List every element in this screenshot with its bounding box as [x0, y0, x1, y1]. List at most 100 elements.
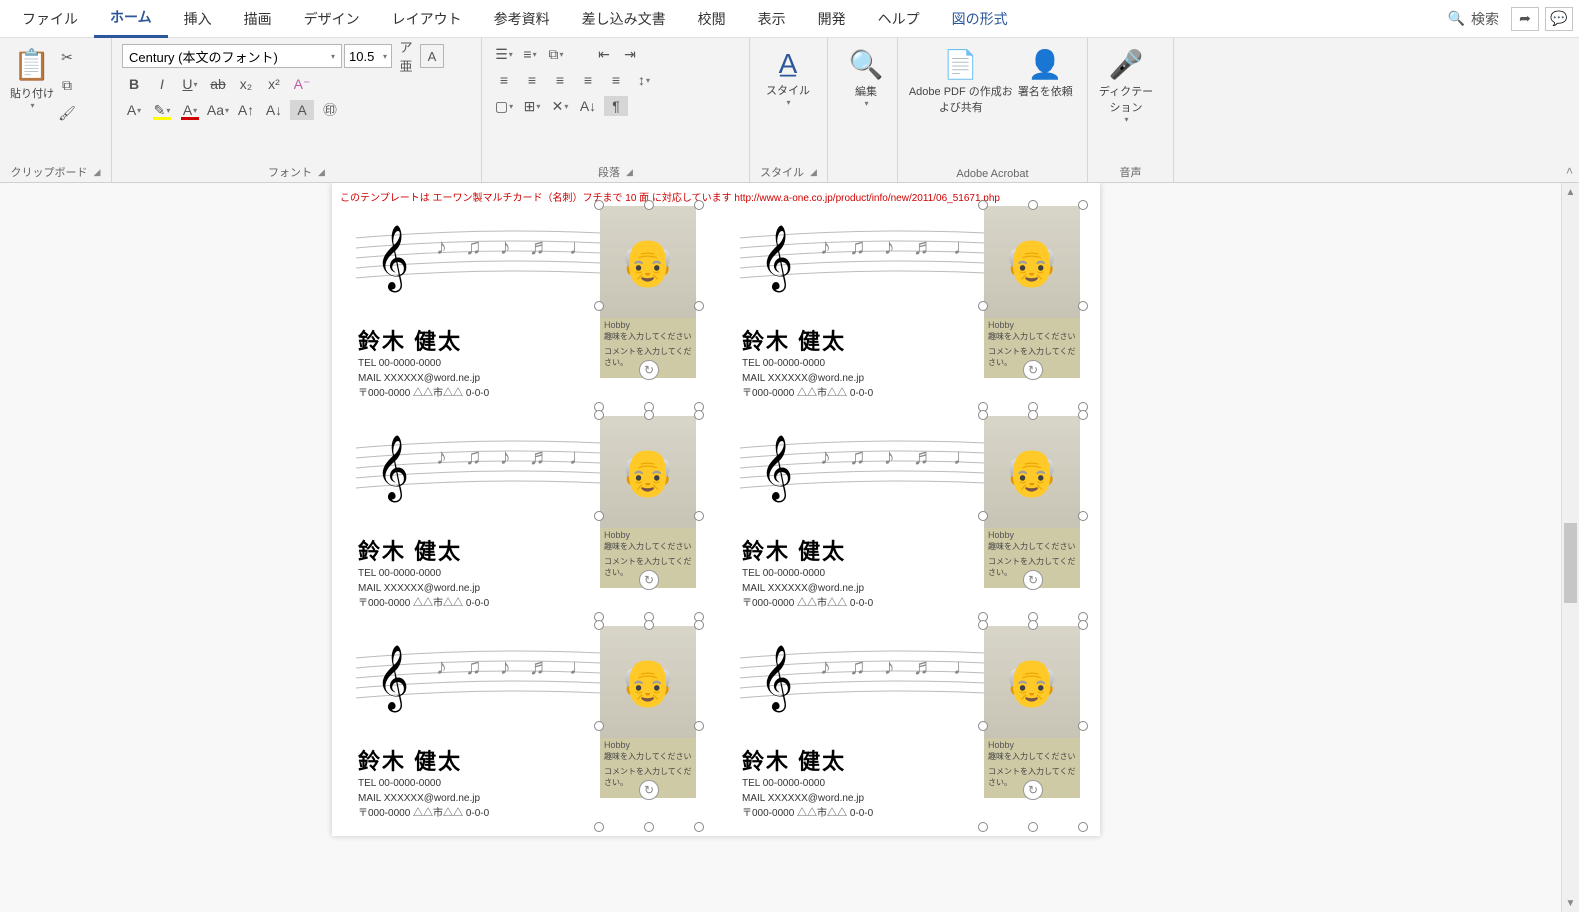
underline-button[interactable]: U▾: [178, 74, 202, 94]
shading-button[interactable]: ▢▾: [492, 96, 516, 116]
dictate-button[interactable]: 🎤 ディクテーション ▾: [1098, 44, 1154, 124]
line-spacing-button[interactable]: ↕▾: [632, 70, 656, 90]
tab-home[interactable]: ホーム: [94, 0, 168, 38]
enclose-characters-button[interactable]: ㊞: [318, 100, 342, 120]
clipboard-dialog-launcher[interactable]: ◢: [94, 167, 101, 178]
request-signature-button[interactable]: 👤 署名を依頼: [1014, 44, 1077, 115]
font-group-label: フォント: [268, 164, 312, 180]
phonetic-guide-button[interactable]: ア亜: [394, 44, 418, 68]
bullets-button[interactable]: ☰▾: [492, 44, 516, 64]
photo-container[interactable]: 👴 Hobby 趣味を入力してください コメントを入力してください。 ↻: [600, 416, 698, 616]
create-pdf-button[interactable]: 📄 Adobe PDF の作成および共有: [908, 44, 1014, 115]
change-case-button[interactable]: Aa▾: [206, 100, 230, 120]
search-box[interactable]: 🔍 検索: [1448, 9, 1499, 29]
photo-container[interactable]: 👴 Hobby 趣味を入力してください コメントを入力してください。 ↻: [600, 206, 698, 406]
group-paragraph: ☰▾ ≡▾ ⧉▾ ⇤ ⇥ ≡ ≡ ≡ ≡ ≡ ↕▾ ▢▾ ⊞▾ ✕▾ A↓ ¶ …: [482, 38, 750, 182]
scroll-up-button[interactable]: ▲: [1562, 183, 1579, 201]
strikethrough-button[interactable]: ab: [206, 74, 230, 94]
photo-container[interactable]: 👴 Hobby 趣味を入力してください コメントを入力してください。 ↻: [984, 626, 1082, 826]
card-name: 鈴木 健太: [742, 324, 846, 356]
dictate-label: ディクテーション: [1099, 86, 1153, 114]
copy-button[interactable]: ⧉: [56, 74, 78, 96]
align-right-button[interactable]: ≡: [548, 70, 572, 90]
font-dialog-launcher[interactable]: ◢: [318, 167, 325, 178]
hobby-hint: 趣味を入力してください: [988, 331, 1076, 342]
tab-layout[interactable]: レイアウト: [376, 1, 478, 37]
tab-picture-format[interactable]: 図の形式: [936, 1, 1024, 37]
tab-view[interactable]: 表示: [742, 1, 802, 37]
highlight-button[interactable]: ✎▾: [150, 100, 174, 120]
photo-placeholder: 👴: [600, 626, 696, 738]
tab-references[interactable]: 参考資料: [478, 1, 566, 37]
font-name-combo[interactable]: Century (本文のフォント)▾: [122, 44, 342, 68]
tab-draw[interactable]: 描画: [228, 1, 288, 37]
group-font: Century (本文のフォント)▾ 10.5▾ ア亜 A B I U▾ ab …: [112, 38, 482, 182]
editing-button[interactable]: 🔍 編集 ▾: [838, 44, 894, 108]
numbering-button[interactable]: ≡▾: [518, 44, 542, 64]
bold-button[interactable]: B: [122, 74, 146, 94]
font-name-value: Century (本文のフォント): [129, 47, 278, 66]
multilevel-list-button[interactable]: ⧉▾: [544, 44, 568, 64]
scroll-thumb[interactable]: [1564, 523, 1577, 603]
format-painter-button[interactable]: 🖌: [56, 102, 78, 124]
signature-icon: 👤: [1014, 48, 1077, 81]
photo-container[interactable]: 👴 Hobby 趣味を入力してください コメントを入力してください。 ↻: [600, 626, 698, 826]
font-size-combo[interactable]: 10.5▾: [344, 44, 392, 68]
tab-help[interactable]: ヘルプ: [862, 1, 936, 37]
photo-placeholder: 👴: [984, 416, 1080, 528]
decrease-indent-button[interactable]: ⇤: [592, 44, 616, 64]
rotate-handle[interactable]: ↻: [1023, 570, 1043, 590]
collapse-ribbon-button[interactable]: ˄: [1566, 164, 1573, 178]
clear-formatting-button[interactable]: A⁻: [290, 74, 314, 94]
hobby-label: Hobby: [604, 320, 692, 330]
subscript-button[interactable]: x₂: [234, 74, 258, 94]
distributed-button[interactable]: ≡: [604, 70, 628, 90]
share-button[interactable]: ➦: [1511, 7, 1539, 31]
grow-font-button[interactable]: A↑: [234, 100, 258, 120]
rotate-handle[interactable]: ↻: [639, 360, 659, 380]
italic-button[interactable]: I: [150, 74, 174, 94]
styles-icon: A̲: [760, 48, 816, 80]
paste-button[interactable]: 📋 貼り付け ▾: [10, 44, 54, 139]
styles-button[interactable]: A̲ スタイル ▾: [760, 44, 816, 107]
text-effects-button[interactable]: A▾: [122, 100, 146, 120]
rotate-handle[interactable]: ↻: [1023, 360, 1043, 380]
vertical-scrollbar[interactable]: ▲ ▼: [1561, 183, 1579, 912]
acrobat-group-label: Adobe Acrobat: [956, 168, 1028, 180]
rotate-handle[interactable]: ↻: [639, 780, 659, 800]
borders-button[interactable]: ⊞▾: [520, 96, 544, 116]
tab-file[interactable]: ファイル: [6, 1, 94, 37]
character-border-button[interactable]: A: [420, 44, 444, 68]
styles-dialog-launcher[interactable]: ◢: [810, 167, 817, 178]
tab-insert[interactable]: 挿入: [168, 1, 228, 37]
tab-mailings[interactable]: 差し込み文書: [566, 1, 682, 37]
hobby-label: Hobby: [988, 740, 1076, 750]
hobby-label: Hobby: [988, 530, 1076, 540]
business-card: 𝄞 ♪ ♫ ♪ ♬ ♩ ♫ 鈴木 健太 TEL 00-0000-0000MAIL…: [332, 206, 716, 416]
asian-layout-button[interactable]: ✕▾: [548, 96, 572, 116]
font-color-button[interactable]: A▾: [178, 100, 202, 120]
align-center-button[interactable]: ≡: [520, 70, 544, 90]
document-area[interactable]: このテンプレートは エーワン製マルチカード（名刺）フチまで 10 面 に対応して…: [0, 183, 1561, 912]
align-left-button[interactable]: ≡: [492, 70, 516, 90]
tab-developer[interactable]: 開発: [802, 1, 862, 37]
superscript-button[interactable]: x²: [262, 74, 286, 94]
increase-indent-button[interactable]: ⇥: [618, 44, 642, 64]
shrink-font-button[interactable]: A↓: [262, 100, 286, 120]
rotate-handle[interactable]: ↻: [1023, 780, 1043, 800]
photo-container[interactable]: 👴 Hobby 趣味を入力してください コメントを入力してください。 ↻: [984, 206, 1082, 406]
character-shading-button[interactable]: A: [290, 100, 314, 120]
photo-container[interactable]: 👴 Hobby 趣味を入力してください コメントを入力してください。 ↻: [984, 416, 1082, 616]
sort-button[interactable]: A↓: [576, 96, 600, 116]
tab-design[interactable]: デザイン: [288, 1, 376, 37]
rotate-handle[interactable]: ↻: [639, 570, 659, 590]
show-marks-button[interactable]: ¶: [604, 96, 628, 116]
paragraph-dialog-launcher[interactable]: ◢: [626, 167, 633, 178]
tab-review[interactable]: 校閲: [682, 1, 742, 37]
comments-button[interactable]: 💬: [1545, 7, 1573, 31]
hobby-label: Hobby: [604, 740, 692, 750]
cut-button[interactable]: ✂: [56, 46, 78, 68]
scroll-down-button[interactable]: ▼: [1562, 894, 1579, 912]
paste-label: 貼り付け: [10, 88, 54, 100]
justify-button[interactable]: ≡: [576, 70, 600, 90]
